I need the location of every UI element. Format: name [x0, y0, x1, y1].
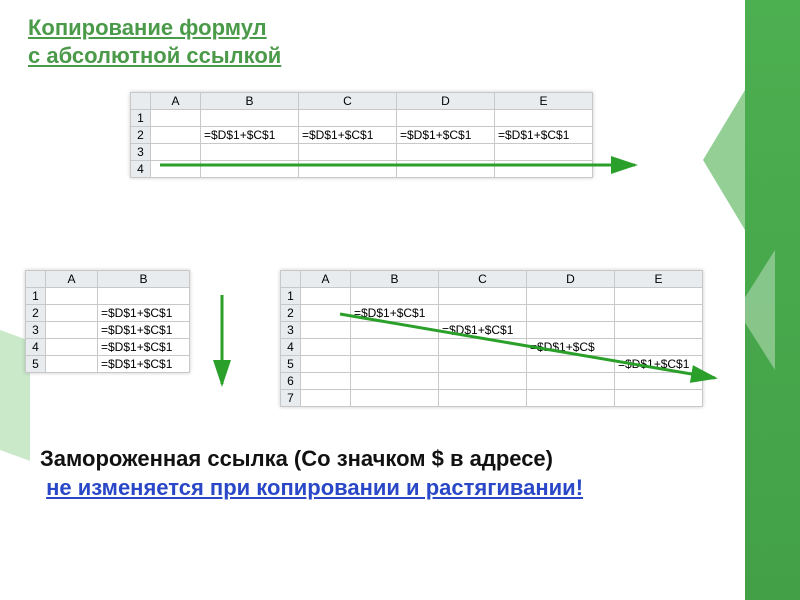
title-line1: Копирование формул	[28, 15, 267, 40]
spreadsheet-horizontal: A B C D E 1 2 =$D$1+$C$1 =$D$1+$C$1 =$D$…	[130, 92, 593, 178]
col-D: D	[527, 271, 615, 288]
cell: =$D$1+$C$1	[98, 322, 190, 339]
row-4: 4	[131, 161, 593, 178]
col-D: D	[397, 93, 495, 110]
col-E: E	[615, 271, 703, 288]
row-2: 2 =$D$1+$C$1 =$D$1+$C$1 =$D$1+$C$1 =$D$1…	[131, 127, 593, 144]
cell: =$D$1+$C$1	[98, 356, 190, 373]
decoration-right	[745, 0, 800, 600]
col-E: E	[495, 93, 593, 110]
arrow-vertical	[208, 292, 236, 392]
cell: =$D$1+$C$1	[615, 356, 703, 373]
row-6: 6	[281, 373, 703, 390]
col-A: A	[151, 93, 201, 110]
col-B: B	[351, 271, 439, 288]
explain-plain: Замороженная ссылка (Со значком $ в адре…	[40, 446, 553, 471]
explain-underline: не изменяется при копировании и растягив…	[46, 475, 583, 500]
row-1: 1	[26, 288, 190, 305]
row-7: 7	[281, 390, 703, 407]
row-2: 2=$D$1+$C$1	[281, 305, 703, 322]
header-row: A B C D E	[131, 93, 593, 110]
corner-cell	[131, 93, 151, 110]
cell: =$D$1+$C$1	[299, 127, 397, 144]
cell: =$D$1+$C$	[527, 339, 615, 356]
explanation-text: Замороженная ссылка (Со значком $ в адре…	[40, 445, 710, 502]
row-3: 3=$D$1+$C$1	[281, 322, 703, 339]
header-row: A B	[26, 271, 190, 288]
row-2: 2=$D$1+$C$1	[26, 305, 190, 322]
cell: =$D$1+$C$1	[439, 322, 527, 339]
cell	[151, 127, 201, 144]
col-A: A	[46, 271, 98, 288]
cell: =$D$1+$C$1	[495, 127, 593, 144]
cell: =$D$1+$C$1	[98, 305, 190, 322]
spreadsheet-diagonal: A B C D E 1 2=$D$1+$C$1 3=$D$1+$C$1 4=$D…	[280, 270, 703, 407]
header-row: A B C D E	[281, 271, 703, 288]
row-3: 3=$D$1+$C$1	[26, 322, 190, 339]
row-1: 1	[281, 288, 703, 305]
col-B: B	[98, 271, 190, 288]
row-5: 5=$D$1+$C$1	[281, 356, 703, 373]
slide-title: Копирование формул с абсолютной ссылкой	[28, 14, 281, 69]
spreadsheet-vertical: A B 1 2=$D$1+$C$1 3=$D$1+$C$1 4=$D$1+$C$…	[25, 270, 190, 373]
cell: =$D$1+$C$1	[98, 339, 190, 356]
cell: =$D$1+$C$1	[397, 127, 495, 144]
row-4: 4=$D$1+$C$	[281, 339, 703, 356]
col-C: C	[439, 271, 527, 288]
col-B: B	[201, 93, 299, 110]
cell: =$D$1+$C$1	[351, 305, 439, 322]
row-5: 5=$D$1+$C$1	[26, 356, 190, 373]
col-A: A	[301, 271, 351, 288]
row-3: 3	[131, 144, 593, 161]
cell: =$D$1+$C$1	[201, 127, 299, 144]
col-C: C	[299, 93, 397, 110]
row-4: 4=$D$1+$C$1	[26, 339, 190, 356]
row-1: 1	[131, 110, 593, 127]
title-line2: с абсолютной ссылкой	[28, 43, 281, 68]
